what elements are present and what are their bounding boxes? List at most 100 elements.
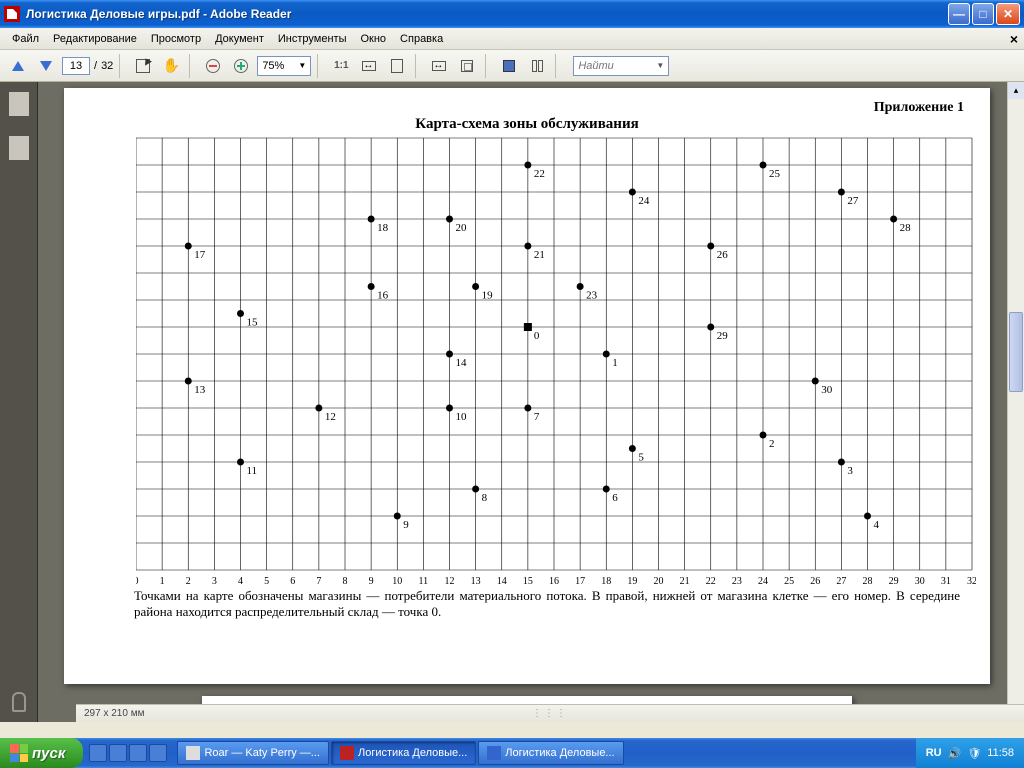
status-bar: 297 x 210 мм ⋮⋮⋮ [76,704,1024,722]
svg-text:18: 18 [377,222,389,234]
task-button-1[interactable]: Roar — Katy Perry —... [177,741,329,765]
thumbnails-button[interactable] [9,92,29,116]
page-sep: / [94,60,97,72]
start-label: пуск [32,745,65,762]
zoom-out-button[interactable] [201,54,225,78]
task-button-2[interactable]: Логистика Деловые... [331,741,476,765]
task-button-3[interactable]: Логистика Деловые... [478,741,623,765]
chart-map: 0123456789101112131415161718192021222324… [136,134,976,594]
save-button[interactable] [497,54,521,78]
svg-text:9: 9 [369,576,374,587]
zoom-in-button[interactable] [229,54,253,78]
svg-text:12: 12 [445,576,455,587]
svg-text:21: 21 [680,576,690,587]
minimize-button[interactable]: — [948,3,970,25]
find-box[interactable]: ▼ [573,56,669,76]
full-screen-button[interactable] [455,54,479,78]
fit-page-button[interactable] [385,54,409,78]
prev-page-button[interactable] [6,54,30,78]
svg-text:5: 5 [264,576,269,587]
menu-document[interactable]: Документ [209,31,270,47]
svg-text:12: 12 [325,411,336,423]
svg-text:23: 23 [586,290,598,302]
svg-text:13: 13 [194,384,206,396]
scroll-up-button[interactable]: ▴ [1008,82,1024,99]
svg-text:32: 32 [967,576,976,587]
menu-view[interactable]: Просмотр [145,31,207,47]
page-number-input[interactable] [62,57,90,75]
task-label: Логистика Деловые... [505,747,614,759]
save-icon [503,60,515,72]
fit-width-button[interactable] [357,54,381,78]
print-button[interactable] [525,54,549,78]
svg-text:3: 3 [212,576,217,587]
actual-size-button[interactable]: 1:1 [329,54,353,78]
find-input[interactable] [578,60,656,72]
zoom-value: 75% [262,60,284,72]
close-doc-button[interactable]: × [1010,31,1018,47]
zoom-select[interactable]: 75%▼ [257,56,311,76]
app-icon [4,6,20,22]
clock[interactable]: 11:58 [987,747,1014,759]
menu-edit[interactable]: Редактирование [47,31,143,47]
select-tool-button[interactable] [131,54,155,78]
appendix-label: Приложение 1 [874,100,964,116]
ql-icon-4[interactable] [149,744,167,762]
tray-icon-2[interactable]: 🛡 [967,747,981,760]
bookmarks-button[interactable] [9,136,29,160]
svg-text:20: 20 [456,222,468,234]
svg-text:20: 20 [654,576,664,587]
menu-file[interactable]: Файл [6,31,45,47]
lang-indicator[interactable]: RU [926,747,942,759]
svg-text:11: 11 [247,465,258,477]
svg-text:7: 7 [316,576,321,587]
svg-text:23: 23 [732,576,742,587]
svg-text:22: 22 [706,576,716,587]
tray-icon-1[interactable]: 🔊 [948,747,962,760]
svg-text:25: 25 [784,576,794,587]
hand-tool-button[interactable]: ✋ [159,54,183,78]
arrow-down-icon [40,61,52,71]
svg-text:19: 19 [482,290,494,302]
start-button[interactable]: пуск [0,738,83,768]
scroll-thumb[interactable] [1009,312,1023,392]
svg-text:2: 2 [769,438,775,450]
svg-text:10: 10 [392,576,402,587]
fullscreen-icon [461,60,473,72]
system-tray: RU 🔊 🛡 11:58 [916,738,1024,768]
vertical-scrollbar[interactable]: ▴ ▾ [1007,82,1024,722]
maximize-button[interactable]: □ [972,3,994,25]
hand-icon: ✋ [163,57,180,74]
svg-text:8: 8 [343,576,348,587]
quick-launch [83,744,173,762]
menu-help[interactable]: Справка [394,31,449,47]
percent-icon: 1:1 [334,60,348,71]
attachments-button[interactable] [12,692,26,712]
svg-text:31: 31 [941,576,951,587]
svg-text:17: 17 [194,249,206,261]
ql-icon-1[interactable] [89,744,107,762]
svg-text:6: 6 [290,576,295,587]
svg-text:27: 27 [847,195,859,207]
ql-icon-2[interactable] [109,744,127,762]
svg-text:16: 16 [549,576,559,587]
menu-tools[interactable]: Инструменты [272,31,353,47]
chevron-down-icon[interactable]: ▼ [656,61,664,70]
svg-text:17: 17 [575,576,585,587]
svg-text:5: 5 [638,452,644,464]
ql-icon-3[interactable] [129,744,147,762]
svg-text:7: 7 [534,411,540,423]
next-page-button[interactable] [34,54,58,78]
scroll-icon [432,61,446,71]
svg-text:25: 25 [769,168,781,180]
svg-text:11: 11 [419,576,429,587]
chrome-icon [186,746,200,760]
svg-text:26: 26 [717,249,729,261]
svg-text:0: 0 [534,330,540,342]
svg-text:19: 19 [627,576,637,587]
menu-window[interactable]: Окно [354,31,392,47]
scroll-mode-button[interactable] [427,54,451,78]
svg-text:24: 24 [758,576,768,587]
svg-text:16: 16 [377,290,389,302]
close-button[interactable]: ✕ [996,3,1020,25]
